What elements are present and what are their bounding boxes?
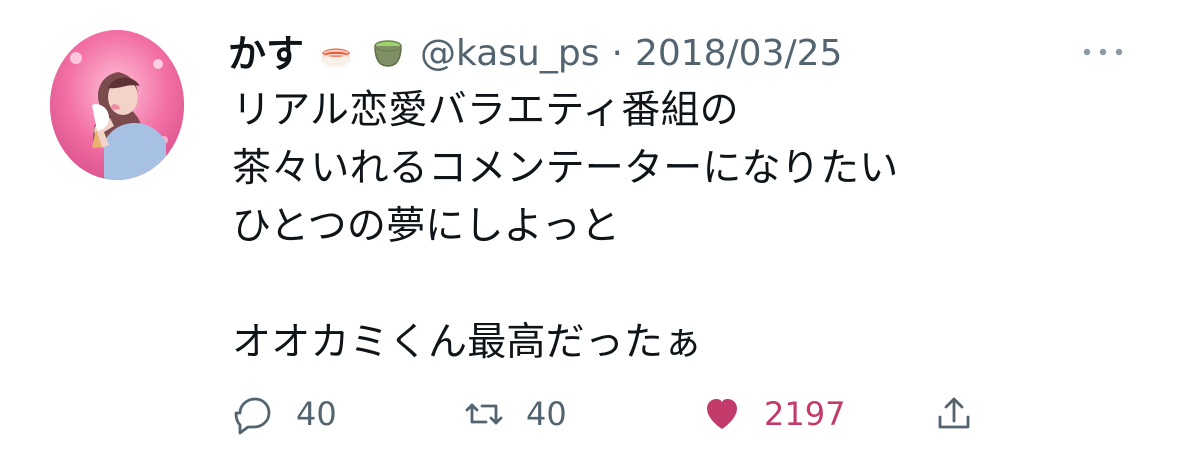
like-button[interactable]: 2197 — [698, 384, 845, 444]
retweet-button[interactable]: 40 — [460, 384, 567, 444]
tweet-actions: 40 40 2197 — [230, 384, 1030, 444]
more-horizontal-icon[interactable] — [1080, 44, 1126, 58]
display-name[interactable]: かす — [228, 35, 304, 73]
user-handle[interactable]: @kasu_ps — [420, 36, 599, 72]
tweet-header: かす @kasu_ps · 2018/03/25 — [228, 24, 842, 84]
sushi-emoji — [316, 34, 356, 74]
reply-button[interactable]: 40 — [230, 384, 337, 444]
share-icon — [930, 390, 978, 438]
reply-count: 40 — [296, 395, 337, 433]
teacup-emoji — [368, 34, 408, 74]
tweet-card: かす @kasu_ps · 2018/03/25 リアル恋愛バラエティ番組の 茶… — [0, 0, 1179, 459]
reply-icon — [230, 390, 278, 438]
separator-dot: · — [611, 33, 623, 74]
avatar[interactable] — [50, 30, 184, 180]
heart-icon — [698, 390, 746, 438]
tweet-text: リアル恋愛バラエティ番組の 茶々いれるコメンテーターになりたい ひとつの夢にしよ… — [232, 88, 899, 365]
share-button[interactable] — [930, 384, 978, 444]
like-count: 2197 — [764, 395, 846, 433]
tweet-date[interactable]: 2018/03/25 — [635, 36, 843, 72]
retweet-count: 40 — [526, 395, 567, 433]
retweet-icon — [460, 390, 508, 438]
